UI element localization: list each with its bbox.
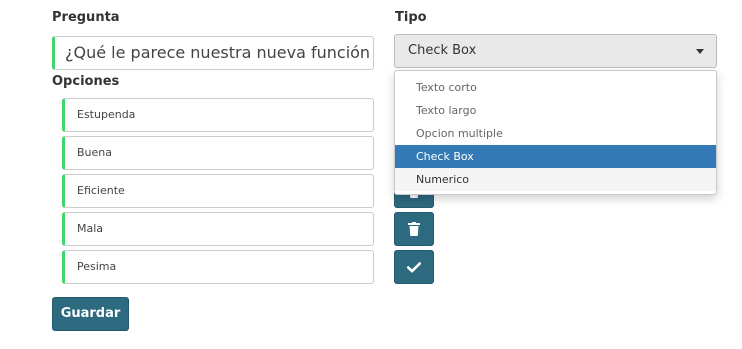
confirm-option-button[interactable] — [394, 250, 434, 284]
dropdown-option[interactable]: Texto corto — [395, 76, 716, 99]
save-button[interactable]: Guardar — [52, 297, 129, 331]
check-icon — [407, 261, 421, 272]
dropdown-option[interactable]: Opcion multiple — [395, 122, 716, 145]
type-label: Tipo — [395, 10, 427, 25]
dropdown-option[interactable]: Texto largo — [395, 99, 716, 122]
type-select-value: Check Box — [408, 43, 477, 58]
dropdown-option-selected[interactable]: Check Box — [395, 145, 716, 168]
options-label: Opciones — [52, 74, 120, 89]
caret-down-icon — [696, 49, 704, 54]
delete-option-button[interactable] — [394, 212, 434, 246]
option-input[interactable]: Pesima — [62, 250, 374, 284]
question-label: Pregunta — [52, 10, 120, 25]
option-input[interactable]: Buena — [62, 136, 374, 170]
type-dropdown-menu: Texto corto Texto largo Opcion multiple … — [394, 70, 717, 195]
dropdown-option[interactable]: Numerico — [395, 168, 716, 191]
option-input[interactable]: Estupenda — [62, 98, 374, 132]
question-input[interactable]: ¿Qué le parece nuestra nueva función — [52, 36, 374, 70]
question-editor: Pregunta ¿Qué le parece nuestra nueva fu… — [0, 0, 742, 349]
option-input[interactable]: Mala — [62, 212, 374, 246]
trash-icon — [408, 222, 420, 236]
type-select[interactable]: Check Box — [394, 34, 717, 68]
option-input[interactable]: Eficiente — [62, 174, 374, 208]
